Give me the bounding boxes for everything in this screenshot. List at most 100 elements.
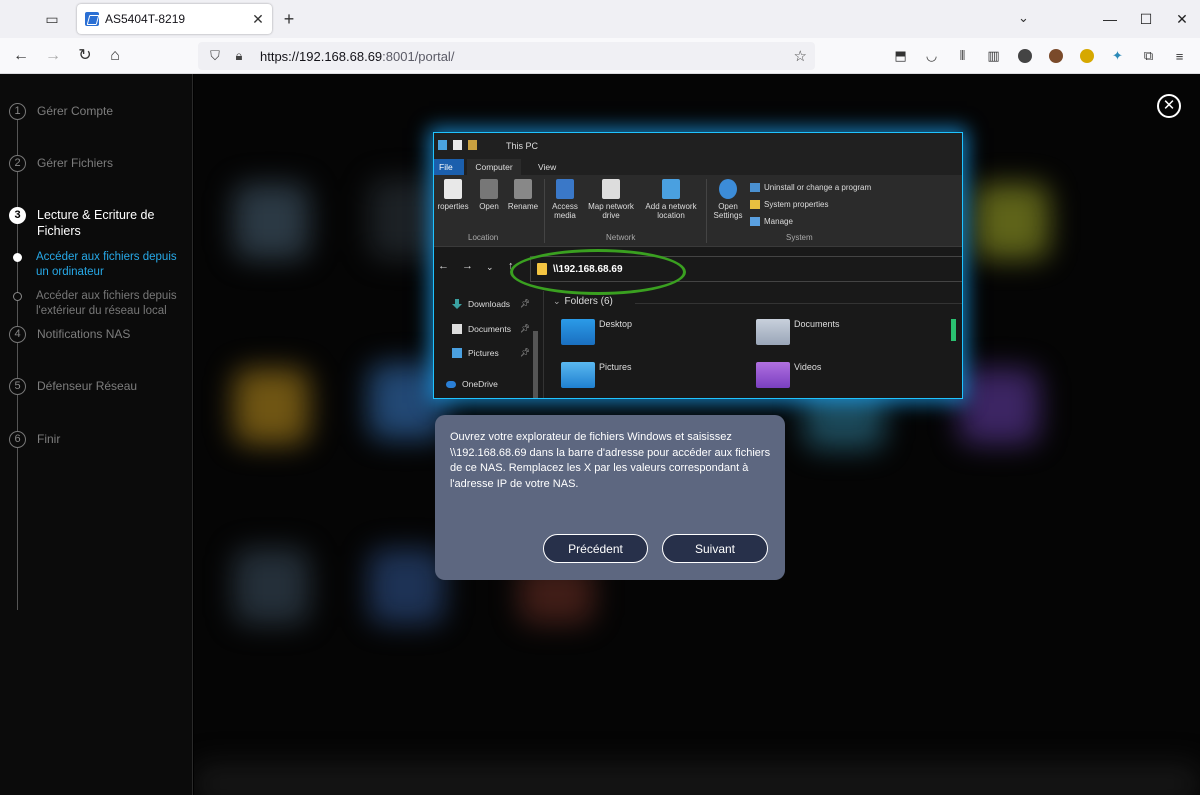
tab-list-icon[interactable]: ▭ <box>40 8 64 30</box>
explorer-nav-pane: Downloads 📌︎ Documents 📌︎ Pictures 📌︎ On… <box>434 291 544 398</box>
wizard-sidebar: 1 Gérer Compte 2 Gérer Fichiers 3 Lectur… <box>0 74 193 795</box>
folder-videos: Videos <box>756 362 821 388</box>
list-all-tabs-icon[interactable]: ⌄ <box>1018 10 1029 26</box>
minimize-icon[interactable]: — <box>1092 11 1128 27</box>
url-text: https://192.168.68.69:8001/portal/ <box>260 48 455 64</box>
close-wizard-icon[interactable]: ✕ <box>1157 94 1181 118</box>
extensions-icon[interactable]: ⧉ <box>1133 44 1164 68</box>
media-icon <box>556 179 574 199</box>
browser-nav-bar: ← → ↻ ⌂ ⛉ 🔒︎ https://192.168.68.69:8001/… <box>0 38 1200 74</box>
ribbon-map-network-drive: Map network drive <box>583 179 639 220</box>
network-drive-icon <box>602 179 620 199</box>
nav-onedrive: OneDrive <box>446 379 498 389</box>
quick-access-icons <box>438 140 477 150</box>
ribbon-manage: Manage <box>750 217 793 226</box>
instruction-dialog: Ouvrez votre explorateur de fichiers Win… <box>435 415 785 580</box>
videos-folder-icon <box>756 362 790 388</box>
substep-dot <box>13 292 22 301</box>
extension-bars-icon[interactable]: ▥ <box>978 44 1009 68</box>
next-button[interactable]: Suivant <box>662 534 768 563</box>
settings-gear-icon <box>719 179 737 199</box>
substep-remote-access[interactable]: Accéder aux fichiers depuis l'extérieur … <box>13 289 186 318</box>
badge-extension-icon[interactable] <box>1071 44 1102 68</box>
home-icon[interactable]: ⌂ <box>104 46 126 66</box>
bookmark-star-icon[interactable]: ☆ <box>794 47 807 65</box>
step-label: Notifications NAS <box>37 327 131 341</box>
desktop-folder-icon <box>561 319 595 345</box>
reload-icon[interactable]: ↻ <box>74 46 96 66</box>
step-label: Lecture & Ecriture de Fichiers <box>37 208 155 238</box>
ribbon-properties: roperties <box>436 179 470 211</box>
puzzle-extension-icon[interactable]: ✦ <box>1102 44 1133 68</box>
nav-pictures: Pictures <box>452 348 499 358</box>
step-label: Finir <box>37 432 61 446</box>
folder-desktop: Desktop <box>561 319 632 345</box>
folder-pictures: Pictures <box>561 362 632 388</box>
explorer-recent-icon: ⌄ <box>486 262 494 272</box>
ribbon-group-location: Location <box>468 233 499 242</box>
documents-folder-icon <box>756 319 790 345</box>
back-icon[interactable]: ← <box>10 46 32 66</box>
browser-toolbar: ⬒ ◡ ⫴ ▥ ✦ ⧉ ≡ <box>885 44 1195 68</box>
menu-icon[interactable]: ≡ <box>1164 44 1195 68</box>
pin-icon: 📌︎ <box>520 348 531 357</box>
explorer-forward-icon: → <box>462 260 473 272</box>
step-label: Gérer Fichiers <box>37 156 114 170</box>
save-to-pocket-icon[interactable]: ⬒ <box>885 44 916 68</box>
lock-icon[interactable]: 🔒︎ <box>230 48 248 64</box>
step-2[interactable]: 2 Gérer Fichiers <box>9 155 113 172</box>
folders-header: ⌄ Folders (6) <box>553 296 613 307</box>
address-highlight <box>510 249 686 295</box>
pin-icon: 📌︎ <box>520 299 531 308</box>
shield-icon[interactable]: ⛉ <box>206 48 224 64</box>
explorer-title: This PC <box>506 141 539 151</box>
substep-label: Accéder aux fichiers depuis l'extérieur … <box>36 290 177 317</box>
explorer-address-row: ← → ⌄ ↑ \\192.168.68.69 <box>434 247 962 295</box>
step-label: Gérer Compte <box>37 104 114 118</box>
profile-extension-icon[interactable] <box>1040 44 1071 68</box>
close-tab-icon[interactable]: ✕ <box>248 9 268 29</box>
browser-tab-bar: ▭ AS5404T-8219 ✕ + ⌄ — ☐ ✕ <box>0 0 1200 38</box>
step-number: 6 <box>9 431 26 448</box>
step-6[interactable]: 6 Finir <box>9 431 60 448</box>
url-bar[interactable]: ⛉ 🔒︎ https://192.168.68.69:8001/portal/ … <box>198 42 815 70</box>
ribbon-open: Open <box>476 179 502 211</box>
instruction-text: Ouvrez votre explorateur de fichiers Win… <box>450 431 771 490</box>
ribbon-system-properties: System properties <box>750 200 828 209</box>
folder-documents: Documents <box>756 319 840 345</box>
ribbon-group-system: System <box>786 233 813 242</box>
main-overlay: ✕ This PC File Computer View roperties O… <box>194 74 1200 795</box>
step-number: 2 <box>9 155 26 172</box>
pocket-icon[interactable]: ◡ <box>916 44 947 68</box>
new-tab-icon[interactable]: + <box>279 9 299 29</box>
rename-icon <box>514 179 532 199</box>
step-number: 1 <box>9 103 26 120</box>
maximize-icon[interactable]: ☐ <box>1128 11 1164 28</box>
pin-icon: 📌︎ <box>520 324 531 333</box>
explorer-ribbon: roperties Open Rename Location Access me… <box>434 175 962 247</box>
step-1[interactable]: 1 Gérer Compte <box>9 103 113 120</box>
pictures-folder-icon <box>561 362 595 388</box>
substep-label: Accéder aux fichiers depuis un ordinateu… <box>36 251 177 278</box>
browser-tab[interactable]: AS5404T-8219 ✕ <box>77 4 272 34</box>
nav-scrollbar <box>533 331 538 398</box>
step-3[interactable]: 3 Lecture & Ecriture de Fichiers <box>9 207 167 239</box>
menu-view: View <box>538 162 557 172</box>
network-location-icon <box>662 179 680 199</box>
open-icon <box>480 179 498 199</box>
previous-button[interactable]: Précédent <box>543 534 648 563</box>
window-close-icon[interactable]: ✕ <box>1164 11 1200 28</box>
forward-icon[interactable]: → <box>42 46 64 66</box>
nav-downloads: Downloads <box>452 299 510 309</box>
step-label: Défenseur Réseau <box>37 379 138 393</box>
ribbon-uninstall: Uninstall or change a program <box>750 183 871 192</box>
stepper-line <box>17 120 18 610</box>
extension-icon[interactable] <box>1009 44 1040 68</box>
step-4[interactable]: 4 Notifications NAS <box>9 326 130 343</box>
substep-local-access[interactable]: Accéder aux fichiers depuis un ordinateu… <box>13 250 181 279</box>
step-5[interactable]: 5 Défenseur Réseau <box>9 378 137 395</box>
library-icon[interactable]: ⫴ <box>947 44 978 68</box>
file-explorer-illustration: This PC File Computer View roperties Ope… <box>433 132 963 399</box>
explorer-titlebar: This PC <box>434 133 962 159</box>
substep-dot <box>13 253 22 262</box>
